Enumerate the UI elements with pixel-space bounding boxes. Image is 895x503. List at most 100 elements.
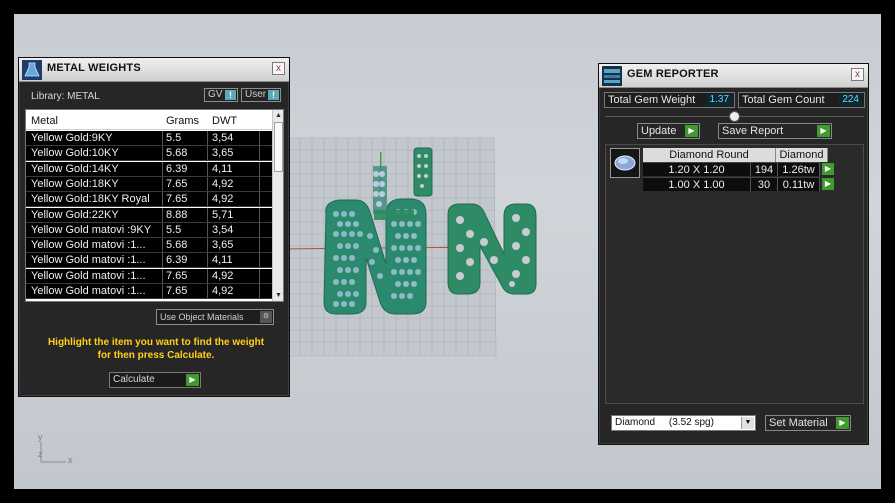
- column-divider: [162, 207, 163, 222]
- table-row[interactable]: Yellow Gold:22KY 8.88 5,71: [26, 207, 273, 223]
- column-divider: [259, 192, 260, 207]
- column-divider: [207, 146, 208, 161]
- table-row[interactable]: Yellow Gold:18KY 7.65 4,92: [26, 176, 273, 192]
- total-gem-count-label: Total Gem Count: [742, 94, 825, 106]
- grams-cell: 8.88: [166, 208, 188, 221]
- gem-report-list: Diamond Round Diamond 1.20 X 1.20 194 1.26…: [605, 144, 864, 404]
- table-row[interactable]: Yellow Gold matovi :1... 5.68 3,65: [26, 238, 273, 254]
- save-report-button[interactable]: Save Report ▶: [718, 123, 832, 139]
- material-select[interactable]: Diamond (3.52 spg) ▼: [611, 415, 756, 431]
- column-divider: [259, 238, 260, 253]
- flask-icon: [22, 60, 42, 80]
- dwt-cell: 4,92: [212, 269, 234, 282]
- user-toggle[interactable]: User !: [241, 88, 281, 102]
- column-header-grams[interactable]: Grams: [166, 115, 199, 127]
- metal-name-cell: Yellow Gold:18KY Royal: [31, 193, 150, 206]
- hint-line-1: Highlight the item you want to find the …: [47, 337, 265, 348]
- play-icon[interactable]: ▶: [822, 163, 834, 175]
- gem-reporter-panel: GEM REPORTER x Total Gem Weight 1.37 Tot…: [598, 63, 869, 445]
- column-divider: [259, 268, 260, 283]
- update-label: Update: [641, 125, 677, 137]
- column-divider: [207, 192, 208, 207]
- gv-toggle[interactable]: GV !: [204, 88, 238, 102]
- set-material-button[interactable]: Set Material ▶: [765, 415, 851, 431]
- calculate-button[interactable]: Calculate ▶: [109, 372, 201, 388]
- grams-cell: 6.39: [166, 162, 188, 175]
- dwt-cell: 3,54: [212, 132, 234, 144]
- dwt-cell: 4,11: [212, 254, 233, 267]
- column-divider: [259, 284, 260, 298]
- metal-name-cell: Yellow Gold matovi :1...: [31, 269, 146, 282]
- table-row[interactable]: Yellow Gold:10KY 5.68 3,65: [26, 146, 273, 162]
- gem-size-cell: 1.00 X 1.00: [643, 176, 751, 191]
- metal-name-cell: Yellow Gold matovi :1...: [31, 254, 146, 267]
- column-divider: [259, 253, 260, 268]
- round-diamond-icon[interactable]: [610, 148, 640, 178]
- gear-icon: ⚙: [260, 311, 272, 323]
- column-divider: [162, 131, 163, 145]
- table-row[interactable]: Yellow Gold:14KY 6.39 4,11: [26, 161, 273, 177]
- axis-z-label: z: [38, 449, 43, 459]
- scroll-thumb[interactable]: [274, 122, 283, 172]
- column-divider: [259, 176, 260, 191]
- column-divider: [162, 176, 163, 191]
- grams-cell: 7.65: [166, 285, 188, 297]
- column-header-metal[interactable]: Metal: [31, 115, 58, 127]
- play-icon[interactable]: ▶: [822, 177, 834, 190]
- column-divider: [207, 238, 208, 253]
- scroll-down-icon[interactable]: ▼: [274, 291, 283, 300]
- play-icon: ▶: [817, 125, 830, 137]
- close-icon[interactable]: x: [851, 68, 864, 81]
- total-gem-count-value: 224: [839, 94, 862, 106]
- gem-header-cut: Diamond Round: [643, 148, 776, 162]
- user-toggle-label: User: [245, 89, 267, 100]
- calculate-label: Calculate: [113, 374, 155, 385]
- table-row[interactable]: Yellow Gold:9KY 5.5 3,54: [26, 131, 273, 146]
- metal-table: Metal Grams DWT Yellow Gold:9KY 5.5 3,54 Ye…: [25, 109, 284, 302]
- gem-panel-titlebar[interactable]: GEM REPORTER x: [599, 64, 868, 88]
- metal-name-cell: Yellow Gold:9KY: [31, 132, 113, 144]
- metal-name-cell: Yellow Gold matovi :9KY: [31, 223, 152, 236]
- toggle-indicator-icon: !: [268, 90, 279, 100]
- dwt-cell: 3,54: [212, 223, 234, 236]
- column-divider: [259, 146, 260, 161]
- table-row[interactable]: Yellow Gold matovi :1... 7.65 4,92: [26, 268, 273, 284]
- table-row[interactable]: Yellow Gold matovi :1... 6.39 4,11: [26, 253, 273, 269]
- metal-name-cell: Yellow Gold:18KY: [31, 177, 119, 190]
- column-divider: [207, 268, 208, 283]
- grams-cell: 7.65: [166, 177, 188, 190]
- use-object-materials-dropdown[interactable]: Use Object Materials ⚙: [156, 309, 274, 325]
- total-gem-weight: Total Gem Weight 1.37: [604, 92, 735, 108]
- table-row[interactable]: Yellow Gold matovi :1... 7.65 4,92: [26, 284, 273, 299]
- gem-reporter-icon: [602, 66, 622, 86]
- axis-gizmo: [40, 442, 66, 463]
- column-divider: [207, 161, 208, 176]
- vertical-scrollbar[interactable]: ▲ ▼: [272, 110, 283, 301]
- grams-cell: 5.68: [166, 147, 188, 160]
- total-gem-weight-label: Total Gem Weight: [608, 94, 696, 106]
- metal-panel-titlebar[interactable]: METAL WEIGHTS x: [19, 58, 289, 82]
- grams-cell: 5.68: [166, 239, 188, 252]
- total-gem-weight-value: 1.37: [706, 94, 732, 106]
- column-divider: [207, 222, 208, 237]
- update-button[interactable]: Update ▶: [637, 123, 700, 139]
- slider-knob[interactable]: [729, 111, 740, 122]
- column-divider: [162, 192, 163, 207]
- column-divider: [162, 238, 163, 253]
- table-row[interactable]: Yellow Gold matovi :9KY 5.5 3,54: [26, 222, 273, 238]
- grams-cell: 7.65: [166, 193, 188, 206]
- close-icon[interactable]: x: [272, 62, 285, 75]
- metal-table-header: Metal Grams DWT: [26, 110, 273, 130]
- total-gem-count: Total Gem Count 224: [738, 92, 865, 108]
- gem-weight-cell: 1.26tw: [778, 162, 820, 176]
- grams-cell: 5.5: [166, 223, 182, 236]
- column-header-dwt[interactable]: DWT: [212, 115, 237, 127]
- table-row[interactable]: Yellow Gold:18KY Royal 7.65 4,92: [26, 192, 273, 208]
- grams-cell: 7.65: [166, 269, 188, 282]
- dwt-cell: 4,92: [212, 285, 234, 297]
- play-icon: ▶: [186, 374, 199, 386]
- axis-y-label: y: [38, 432, 43, 442]
- scroll-up-icon[interactable]: ▲: [274, 111, 283, 120]
- dwt-cell: 5,71: [212, 208, 234, 221]
- column-divider: [207, 284, 208, 298]
